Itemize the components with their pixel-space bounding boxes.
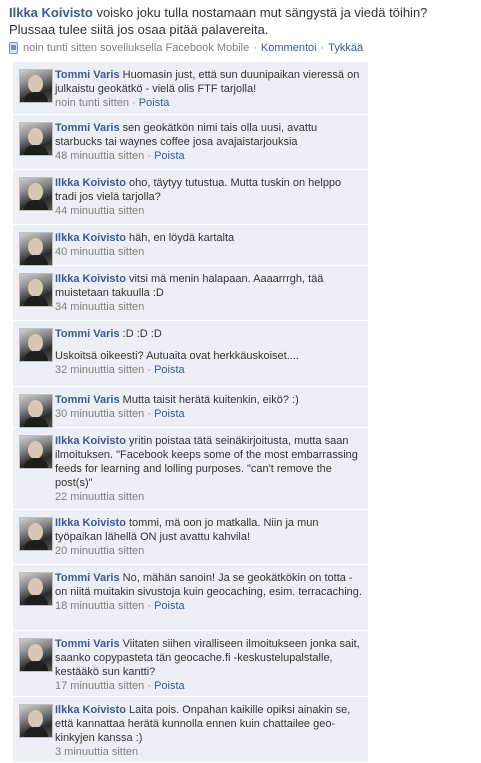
comment-item: Ilkka Koivisto häh, en löydä kartalta 40… [13,225,368,266]
like-link[interactable]: Tykkää [328,41,363,55]
comment-time: 3 minuuttia sitten [55,746,139,758]
avatar[interactable] [19,435,53,469]
comment-time: 34 minuuttia sitten [55,301,145,313]
comment-author[interactable]: Ilkka Koivisto [55,435,126,447]
delete-link[interactable]: Poista [154,680,185,692]
meta-separator: · [253,42,257,54]
comment-author[interactable]: Ilkka Koivisto [55,517,126,529]
comment-author[interactable]: Ilkka Koivisto [55,177,126,189]
avatar[interactable] [19,572,53,606]
wall-post: Ilkka Koivisto voisko joku tulla nostama… [9,4,477,55]
comment-text-2: Uskoitsä oikeesti? Autuaita ovat herkkäu… [55,350,299,362]
delete-link[interactable]: Poista [154,408,185,420]
avatar[interactable] [19,273,53,307]
comment-item: Ilkka Koivisto Laita pois. Onpahan kaiki… [13,697,368,763]
comment-time: noin tunti sitten [55,97,129,109]
post-line-1: Ilkka Koivisto voisko joku tulla nostama… [9,4,477,21]
comment-author[interactable]: Ilkka Koivisto [55,232,126,244]
comment-item: Ilkka Koivisto tommi, mä oon jo matkalla… [13,510,368,565]
comment-text: Mutta taisit herätä kuitenkin, eikö? :) [122,394,299,406]
comment-author[interactable]: Tommi Varis [55,394,120,406]
comment-author[interactable]: Ilkka Koivisto [55,704,126,716]
comment-text: häh, en löydä kartalta [128,232,235,244]
comment-item: Tommi Varis Huomasin just, että sun duun… [13,62,368,115]
comment-item: Tommi Varis Viitaten siihen viralliseen … [13,631,368,697]
comment-time: 30 minuuttia sitten [55,408,145,420]
comment-time: 40 minuuttia sitten [55,246,145,258]
comment-item: Tommi Varis sen geokätkön nimi tais olla… [13,115,368,170]
avatar[interactable] [19,177,53,211]
meta-separator: · [320,42,325,54]
delete-link[interactable]: Poista [154,150,185,162]
comment-author[interactable]: Tommi Varis [55,122,120,134]
comment-author[interactable]: Tommi Varis [55,328,120,340]
comment-item: Ilkka Koivisto vitsi mä menin halapaan. … [13,266,368,321]
avatar[interactable] [19,328,53,362]
mobile-icon [9,42,18,54]
comment-item: Tommi Varis Mutta taisit herätä kuitenki… [13,387,368,428]
comment-author[interactable]: Ilkka Koivisto [55,273,126,285]
post-text-1: voisko joku tulla nostamaan mut sängystä… [96,5,428,20]
avatar[interactable] [19,69,53,103]
post-timestamp: noin tunti sitten sovelluksella Facebook… [23,42,250,54]
comment-item: Ilkka Koivisto yritin poistaa tätä seinä… [13,428,368,510]
avatar[interactable] [19,232,53,266]
comment-time: 17 minuuttia sitten [55,680,145,692]
post-meta: noin tunti sitten sovelluksella Facebook… [9,41,477,55]
avatar[interactable] [19,638,53,672]
comment-item: Tommi Varis :D :D :D Uskoitsä oikeesti? … [13,321,368,387]
comment-list: Tommi Varis Huomasin just, että sun duun… [13,62,368,763]
comment-time: 22 minuuttia sitten [55,491,145,503]
comment-time: 48 minuuttia sitten [55,150,145,162]
avatar[interactable] [19,122,53,156]
comment-text: :D :D :D [122,328,162,340]
comment-author[interactable]: Tommi Varis [55,69,120,81]
post-author-link[interactable]: Ilkka Koivisto [9,5,93,20]
avatar[interactable] [19,704,53,738]
delete-link[interactable]: Poista [139,97,170,109]
comment-author[interactable]: Tommi Varis [55,638,120,650]
comment-time: 44 minuuttia sitten [55,205,145,217]
comment-time: 32 minuuttia sitten [55,364,145,376]
comment-author[interactable]: Tommi Varis [55,572,120,584]
avatar[interactable] [19,517,53,551]
comment-item: Ilkka Koivisto oho, täytyy tutustua. Mut… [13,170,368,225]
comment-time: 18 minuuttia sitten [55,600,145,612]
comment-link[interactable]: Kommentoi [261,41,317,55]
comment-time: 20 minuuttia sitten [55,545,145,557]
comment-item: Tommi Varis No, mähän sanoin! Ja se geok… [13,565,368,631]
delete-link[interactable]: Poista [154,600,185,612]
delete-link[interactable]: Poista [154,364,185,376]
avatar[interactable] [19,394,53,428]
post-text-2: Plussaa tulee siitä jos osaa pitää palav… [9,22,269,37]
